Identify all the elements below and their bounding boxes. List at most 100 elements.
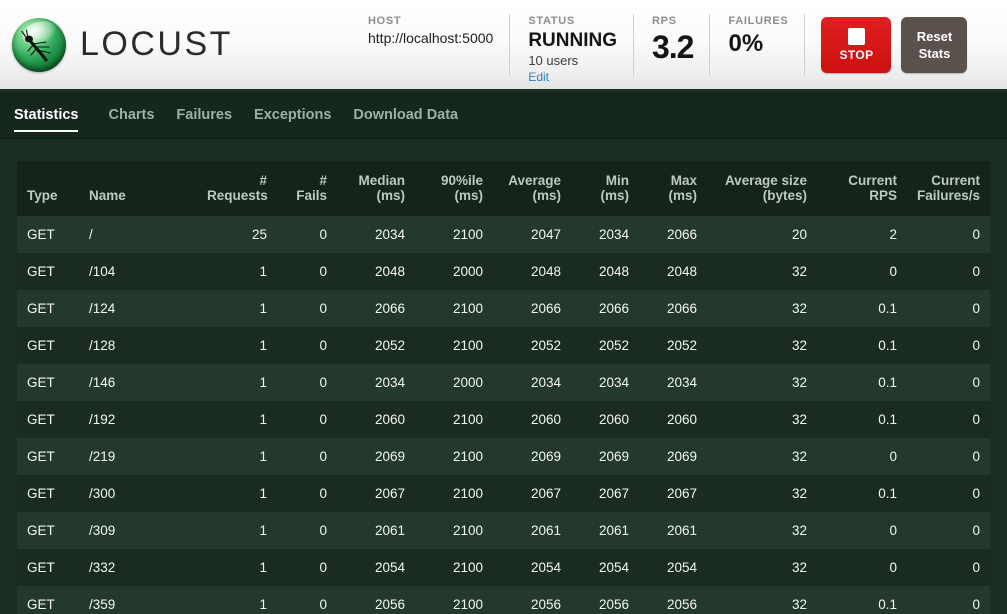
cell-type: GET bbox=[27, 449, 55, 464]
cell-median: 2069 bbox=[374, 449, 405, 464]
col-max[interactable]: Max (ms) bbox=[639, 161, 707, 216]
cell-median: 2060 bbox=[374, 412, 405, 427]
cell-max: 2066 bbox=[666, 301, 697, 316]
cell-avg-size: 32 bbox=[791, 264, 807, 279]
cell-fails: 0 bbox=[319, 338, 327, 353]
cell-requests: 1 bbox=[259, 560, 267, 575]
cell-requests: 1 bbox=[259, 338, 267, 353]
col-min[interactable]: Min (ms) bbox=[571, 161, 639, 216]
cell-current-rps: 0.1 bbox=[878, 597, 897, 612]
tab-statistics-label: Statistics bbox=[14, 107, 79, 123]
table-row: GET/192 1 0 2060 2100 2060 2060 2060 32 0.1 0 bbox=[17, 401, 990, 438]
col-name-label: Name bbox=[89, 188, 126, 203]
cell-avg-size: 32 bbox=[791, 597, 807, 612]
tab-charts-label: Charts bbox=[108, 107, 155, 123]
cell-requests: 1 bbox=[259, 301, 267, 316]
status-value: RUNNING bbox=[528, 29, 617, 51]
statistics-table: Type Name # Requests # Fails Median (ms) … bbox=[17, 161, 990, 614]
statistics-panel: Type Name # Requests # Fails Median (ms) … bbox=[0, 139, 1007, 614]
cell-fails: 0 bbox=[319, 486, 327, 501]
cell-max: 2052 bbox=[666, 338, 697, 353]
table-row: GET/332 1 0 2054 2100 2054 2054 2054 32 0 0 bbox=[17, 549, 990, 586]
cell-max: 2034 bbox=[666, 375, 697, 390]
col-current-failures[interactable]: Current Failures/s bbox=[907, 161, 990, 216]
cell-current-rps: 0 bbox=[889, 264, 897, 279]
cell-min: 2034 bbox=[598, 227, 629, 242]
cell-avg-size: 32 bbox=[791, 523, 807, 538]
cell-max: 2069 bbox=[666, 449, 697, 464]
cell-p90: 2100 bbox=[452, 412, 483, 427]
col-name[interactable]: Name bbox=[79, 161, 197, 216]
cell-requests: 1 bbox=[259, 412, 267, 427]
cell-name: /309 bbox=[89, 523, 116, 538]
table-header: Type Name # Requests # Fails Median (ms) … bbox=[17, 161, 990, 216]
cell-requests: 1 bbox=[259, 486, 267, 501]
cell-min: 2048 bbox=[598, 264, 629, 279]
reset-stats-button[interactable]: Reset Stats bbox=[901, 16, 968, 73]
cell-type: GET bbox=[27, 301, 55, 316]
col-fails-label: # Fails bbox=[296, 173, 327, 203]
failures-block: FAILURES 0% bbox=[709, 13, 804, 76]
col-type[interactable]: Type bbox=[17, 161, 79, 216]
cell-average: 2066 bbox=[530, 301, 561, 316]
tab-statistics[interactable]: Statistics bbox=[14, 92, 89, 138]
header-actions: STOP Reset Stats bbox=[804, 13, 975, 76]
cell-requests: 1 bbox=[259, 375, 267, 390]
cell-current-failures: 0 bbox=[972, 523, 980, 538]
cell-name: /124 bbox=[89, 301, 116, 316]
cell-min: 2056 bbox=[598, 597, 629, 612]
host-value: http://localhost:5000 bbox=[368, 29, 494, 46]
cell-min: 2060 bbox=[598, 412, 629, 427]
cell-current-rps: 0.1 bbox=[878, 338, 897, 353]
cell-requests: 1 bbox=[259, 264, 267, 279]
cell-avg-size: 32 bbox=[791, 560, 807, 575]
cell-average: 2056 bbox=[530, 597, 561, 612]
cell-average: 2060 bbox=[530, 412, 561, 427]
cell-current-rps: 0.1 bbox=[878, 486, 897, 501]
cell-current-failures: 0 bbox=[972, 412, 980, 427]
tab-charts[interactable]: Charts bbox=[97, 92, 165, 138]
cell-avg-size: 32 bbox=[791, 375, 807, 390]
cell-avg-size: 32 bbox=[791, 338, 807, 353]
app-header: LOCUST HOST http://localhost:5000 STATUS… bbox=[0, 0, 1007, 92]
cell-current-rps: 0 bbox=[889, 560, 897, 575]
cell-p90: 2100 bbox=[452, 597, 483, 612]
cell-p90: 2100 bbox=[452, 227, 483, 242]
col-average-size[interactable]: Average size (bytes) bbox=[707, 161, 817, 216]
table-row: GET/124 1 0 2066 2100 2066 2066 2066 32 0.1 0 bbox=[17, 290, 990, 327]
cell-median: 2067 bbox=[374, 486, 405, 501]
tab-exceptions[interactable]: Exceptions bbox=[243, 92, 342, 138]
col-fails[interactable]: # Fails bbox=[277, 161, 337, 216]
status-block: STATUS RUNNING 10 users Edit bbox=[509, 13, 633, 84]
main-nav: Statistics Charts Failures Exceptions Do… bbox=[0, 92, 1007, 139]
cell-p90: 2100 bbox=[452, 449, 483, 464]
table-header-row: Type Name # Requests # Fails Median (ms) … bbox=[17, 161, 990, 216]
col-requests[interactable]: # Requests bbox=[197, 161, 277, 216]
stop-button[interactable]: STOP bbox=[821, 16, 892, 73]
cell-min: 2052 bbox=[598, 338, 629, 353]
cell-fails: 0 bbox=[319, 375, 327, 390]
cell-fails: 0 bbox=[319, 264, 327, 279]
col-median[interactable]: Median (ms) bbox=[337, 161, 415, 216]
table-row: GET/309 1 0 2061 2100 2061 2061 2061 32 0 0 bbox=[17, 512, 990, 549]
cell-avg-size: 32 bbox=[791, 449, 807, 464]
cell-average: 2067 bbox=[530, 486, 561, 501]
failures-value: 0% bbox=[728, 29, 764, 57]
cell-type: GET bbox=[27, 412, 55, 427]
status-label: STATUS bbox=[528, 14, 575, 27]
cell-fails: 0 bbox=[319, 597, 327, 612]
tab-exceptions-label: Exceptions bbox=[254, 107, 332, 123]
tab-download-data-label: Download Data bbox=[353, 107, 459, 123]
col-p90[interactable]: 90%ile (ms) bbox=[415, 161, 493, 216]
cell-average: 2069 bbox=[530, 449, 561, 464]
cell-name: /104 bbox=[89, 264, 116, 279]
cell-current-rps: 2 bbox=[889, 227, 897, 242]
col-average[interactable]: Average (ms) bbox=[493, 161, 571, 216]
tab-download-data[interactable]: Download Data bbox=[342, 92, 469, 138]
cell-median: 2048 bbox=[374, 264, 405, 279]
edit-link[interactable]: Edit bbox=[528, 69, 617, 85]
col-current-rps[interactable]: Current RPS bbox=[817, 161, 907, 216]
tab-failures[interactable]: Failures bbox=[165, 92, 243, 138]
cell-current-failures: 0 bbox=[972, 486, 980, 501]
cell-min: 2061 bbox=[598, 523, 629, 538]
